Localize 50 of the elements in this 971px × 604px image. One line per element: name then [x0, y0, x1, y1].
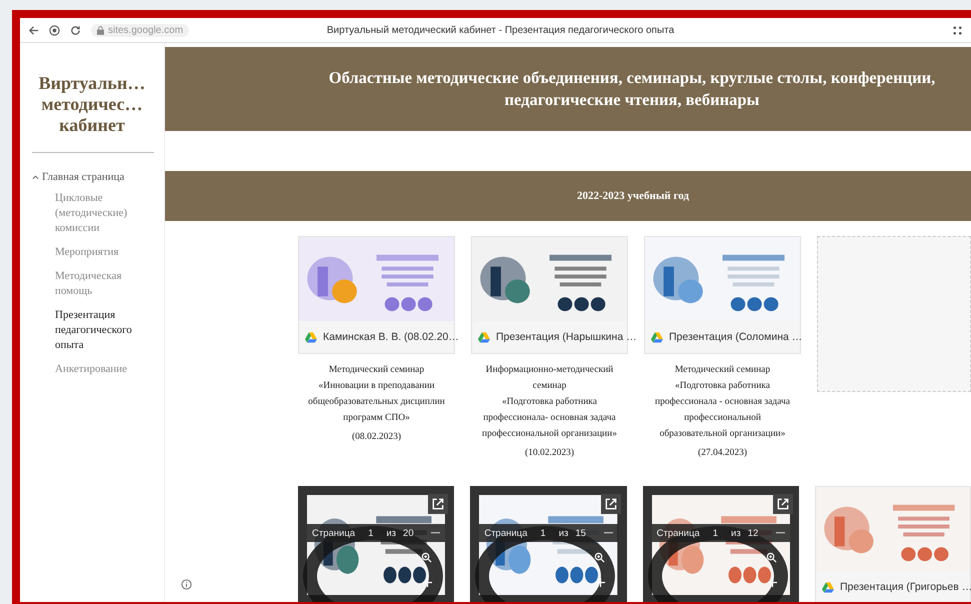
- page-count: 20: [403, 528, 414, 538]
- page-label: из: [386, 528, 396, 538]
- date: (27.04.2023): [698, 448, 748, 458]
- page-label: Страница: [312, 528, 356, 538]
- zoom-in-icon[interactable]: [594, 552, 605, 563]
- zoom-in-icon[interactable]: [766, 552, 777, 563]
- nav-item[interactable]: Главная страница: [32, 171, 124, 183]
- nav-item[interactable]: Презентация педагогического опыта: [55, 308, 150, 353]
- file-name: Презентация (Григорьев …: [840, 581, 971, 593]
- page-label: Страница: [656, 528, 700, 538]
- page-heading: Областные методические объединения, семинары, круглые столы, конференции, педагогические чтения, вебинары: [328, 67, 936, 111]
- back-icon[interactable]: [28, 24, 39, 36]
- zoom-in-icon[interactable]: [421, 552, 432, 563]
- nav-item[interactable]: Цикловые (методические) комиссии: [55, 191, 150, 236]
- extensions-icon[interactable]: [952, 24, 963, 36]
- page-count: 15: [575, 528, 586, 538]
- caption: Методический семинар «Подготовка работника профессионала - основная задача профессиональной образовательной организации»: [655, 364, 790, 441]
- site-title[interactable]: Виртуальн… методичес… кабинет: [20, 73, 164, 136]
- caption: Информационно-методический семинар «Подготовка работника профессионала- основная задача профессиональной организации»: [482, 364, 617, 441]
- file-card[interactable]: Каминская В. В. (08.02.20…: [298, 236, 455, 354]
- page-label: из: [731, 528, 741, 538]
- caption: Методический семинар «Инновации в преподавании общеобразовательных дисциплин программ СПО»: [308, 364, 445, 425]
- plus-icon[interactable]: [423, 578, 432, 587]
- section-heading: 2022-2023 учебный год: [577, 190, 689, 202]
- open-external-icon[interactable]: [600, 494, 621, 514]
- file-name: Презентация (Соломина …: [669, 331, 802, 343]
- nav-item[interactable]: Мероприятия: [55, 245, 150, 260]
- date: (10.02.2023): [524, 448, 574, 458]
- page-count: 12: [748, 528, 758, 538]
- date: (08.02.2023): [352, 432, 402, 442]
- lock-icon: [97, 26, 104, 34]
- drive-icon: [822, 582, 834, 592]
- open-external-icon[interactable]: [428, 494, 448, 514]
- drive-icon: [478, 332, 490, 342]
- site-info-icon[interactable]: [49, 24, 60, 36]
- drive-icon: [651, 332, 663, 342]
- nav-item[interactable]: Методическая помощь: [55, 269, 150, 299]
- reload-icon[interactable]: [70, 24, 81, 36]
- drive-icon: [305, 332, 317, 342]
- file-card[interactable]: Презентация (Григорьев …: [814, 486, 971, 602]
- plus-icon[interactable]: [596, 578, 605, 587]
- page-title: Виртуальный методический кабинет - Презентация педагогического опыта: [326, 24, 676, 36]
- file-name: Презентация (Нарышкина …: [496, 331, 637, 343]
- info-icon[interactable]: [181, 579, 192, 590]
- nav-item[interactable]: Анкетирование: [55, 362, 150, 377]
- plus-icon[interactable]: [768, 578, 777, 587]
- open-external-icon[interactable]: [772, 494, 793, 514]
- page-label: из: [558, 528, 568, 538]
- page-label: Страница: [484, 528, 528, 538]
- file-card[interactable]: Презентация (Соломина …: [644, 236, 801, 354]
